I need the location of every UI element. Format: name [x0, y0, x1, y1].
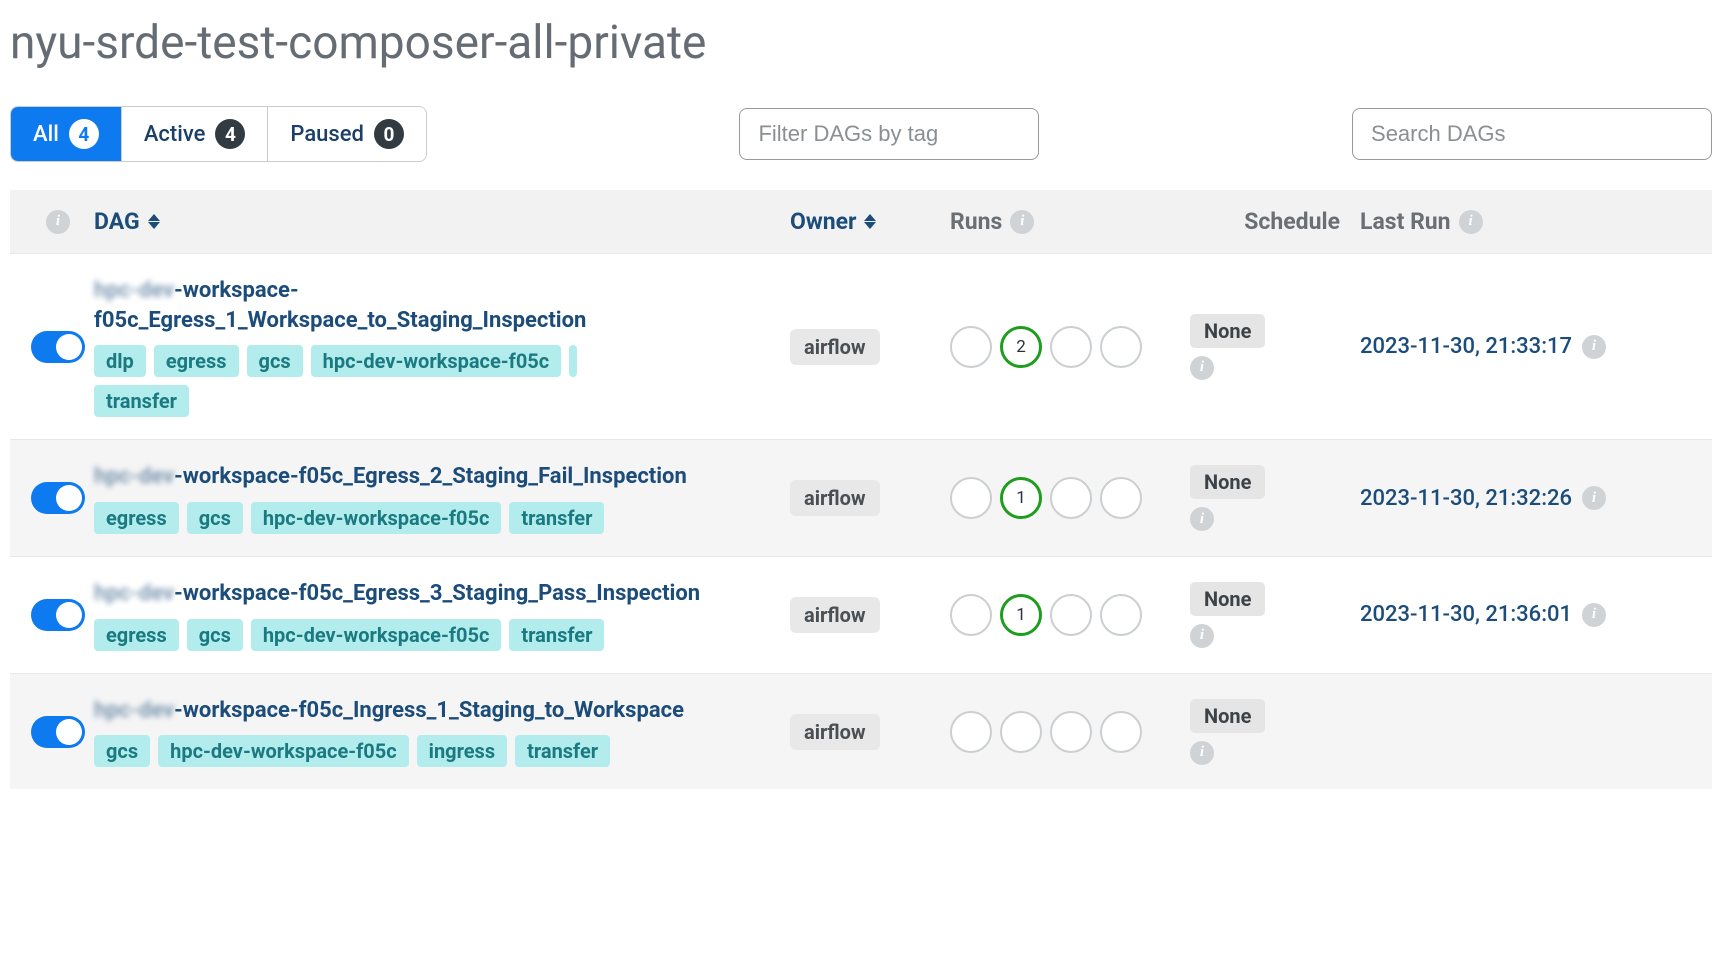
filter-tab-label: All — [33, 122, 59, 147]
filter-tab-active[interactable]: Active 4 — [122, 107, 269, 161]
info-icon[interactable]: i — [1010, 210, 1034, 234]
filter-tab-paused[interactable]: Paused 0 — [268, 107, 426, 161]
run-circle[interactable] — [1050, 711, 1092, 753]
info-icon[interactable]: i — [1459, 210, 1483, 234]
tag[interactable]: hpc-dev-workspace-f05c — [158, 735, 409, 767]
last-run-time[interactable]: 2023-11-30, 21:32:26 — [1360, 486, 1572, 511]
run-circle[interactable] — [1050, 326, 1092, 368]
run-circle-success[interactable]: 1 — [1000, 594, 1042, 636]
run-circle[interactable] — [1050, 477, 1092, 519]
filter-tab-all[interactable]: All 4 — [11, 107, 122, 161]
tag[interactable]: transfer — [515, 735, 610, 767]
tag[interactable]: gcs — [94, 735, 150, 767]
info-icon[interactable]: i — [1582, 486, 1606, 510]
info-icon[interactable]: i — [46, 210, 70, 234]
filter-tab-badge: 4 — [215, 119, 245, 149]
run-circle[interactable] — [1100, 594, 1142, 636]
tag[interactable]: gcs — [247, 345, 303, 377]
run-circles: 1 — [950, 594, 1142, 636]
run-circle-success[interactable]: 2 — [1000, 326, 1042, 368]
tag[interactable]: egress — [154, 345, 239, 377]
filter-tabs: All 4 Active 4 Paused 0 — [10, 106, 427, 162]
column-header-runs: Runs i — [950, 208, 1190, 235]
column-header-dag[interactable]: DAG — [94, 208, 790, 235]
dag-name-link[interactable]: hpc-dev-workspace-f05c_Egress_1_Workspac… — [94, 276, 790, 335]
schedule-badge[interactable]: None — [1190, 314, 1265, 348]
info-icon[interactable]: i — [1190, 624, 1214, 648]
search-dags-input[interactable] — [1352, 108, 1712, 160]
schedule-badge[interactable]: None — [1190, 465, 1265, 499]
info-icon[interactable]: i — [1190, 507, 1214, 531]
column-label: DAG — [94, 208, 140, 235]
tag[interactable]: hpc-dev-workspace-f05c — [311, 345, 562, 377]
tag[interactable]: dlp — [94, 345, 146, 377]
tag[interactable]: hpc-dev-workspace-f05c — [251, 502, 502, 534]
schedule-badge[interactable]: None — [1190, 699, 1265, 733]
dag-name-link[interactable]: hpc-dev-workspace-f05c_Ingress_1_Staging… — [94, 696, 684, 726]
page-title: nyu-srde-test-composer-all-private — [10, 16, 1712, 70]
info-icon[interactable]: i — [1190, 741, 1214, 765]
run-circle[interactable] — [1100, 477, 1142, 519]
filter-tags-input[interactable] — [739, 108, 1039, 160]
tag[interactable]: ingress — [417, 735, 507, 767]
filter-tab-label: Active — [144, 122, 206, 147]
tag[interactable] — [569, 345, 577, 377]
run-circle[interactable] — [950, 711, 992, 753]
tag[interactable]: transfer — [94, 385, 189, 417]
run-circle-success[interactable]: 1 — [1000, 477, 1042, 519]
run-circle[interactable] — [1100, 326, 1142, 368]
run-circles: 1 — [950, 477, 1142, 519]
filter-tab-badge: 4 — [69, 119, 99, 149]
dag-toggle[interactable] — [31, 716, 85, 748]
owner-badge[interactable]: airflow — [790, 480, 880, 516]
column-label: Owner — [790, 208, 856, 235]
filter-tab-label: Paused — [290, 122, 364, 147]
table-row: hpc-dev-workspace-f05c_Egress_3_Staging_… — [10, 556, 1712, 673]
tag[interactable]: gcs — [187, 619, 243, 651]
run-circle[interactable] — [1050, 594, 1092, 636]
column-header-schedule: Schedule — [1190, 208, 1340, 235]
info-icon[interactable]: i — [1190, 356, 1214, 380]
column-label: Runs — [950, 208, 1002, 235]
run-circles: 2 — [950, 326, 1142, 368]
run-circle[interactable] — [950, 594, 992, 636]
info-icon[interactable]: i — [1582, 603, 1606, 627]
run-circle[interactable] — [1100, 711, 1142, 753]
dag-toggle[interactable] — [31, 331, 85, 363]
tag[interactable]: hpc-dev-workspace-f05c — [251, 619, 502, 651]
owner-badge[interactable]: airflow — [790, 714, 880, 750]
tag[interactable]: egress — [94, 502, 179, 534]
dag-name-link[interactable]: hpc-dev-workspace-f05c_Egress_2_Staging_… — [94, 462, 687, 492]
tag[interactable]: egress — [94, 619, 179, 651]
info-icon[interactable]: i — [1582, 335, 1606, 359]
table-row: hpc-dev-workspace-f05c_Ingress_1_Staging… — [10, 673, 1712, 790]
run-circles — [950, 711, 1142, 753]
filter-tab-badge: 0 — [374, 119, 404, 149]
dag-toggle[interactable] — [31, 482, 85, 514]
tag[interactable]: gcs — [187, 502, 243, 534]
controls-row: All 4 Active 4 Paused 0 — [10, 106, 1712, 162]
table-row: hpc-dev-workspace-f05c_Egress_2_Staging_… — [10, 439, 1712, 556]
sort-icon — [148, 214, 160, 229]
table-header: i DAG Owner Runs i Schedule Last Run i — [10, 190, 1712, 253]
column-label: Schedule — [1244, 208, 1340, 235]
column-header-lastrun: Last Run i — [1340, 208, 1700, 235]
run-circle-success[interactable] — [1000, 711, 1042, 753]
dag-name-link[interactable]: hpc-dev-workspace-f05c_Egress_3_Staging_… — [94, 579, 700, 609]
tag[interactable]: transfer — [509, 619, 604, 651]
sort-icon — [864, 214, 876, 229]
run-circle[interactable] — [950, 326, 992, 368]
table-row: hpc-dev-workspace-f05c_Egress_1_Workspac… — [10, 253, 1712, 439]
schedule-badge[interactable]: None — [1190, 582, 1265, 616]
column-header-owner[interactable]: Owner — [790, 208, 950, 235]
tag[interactable]: transfer — [509, 502, 604, 534]
owner-badge[interactable]: airflow — [790, 597, 880, 633]
dag-toggle[interactable] — [31, 599, 85, 631]
column-label: Last Run — [1360, 208, 1451, 235]
owner-badge[interactable]: airflow — [790, 329, 880, 365]
last-run-time[interactable]: 2023-11-30, 21:33:17 — [1360, 334, 1572, 359]
run-circle[interactable] — [950, 477, 992, 519]
last-run-time[interactable]: 2023-11-30, 21:36:01 — [1360, 602, 1572, 627]
